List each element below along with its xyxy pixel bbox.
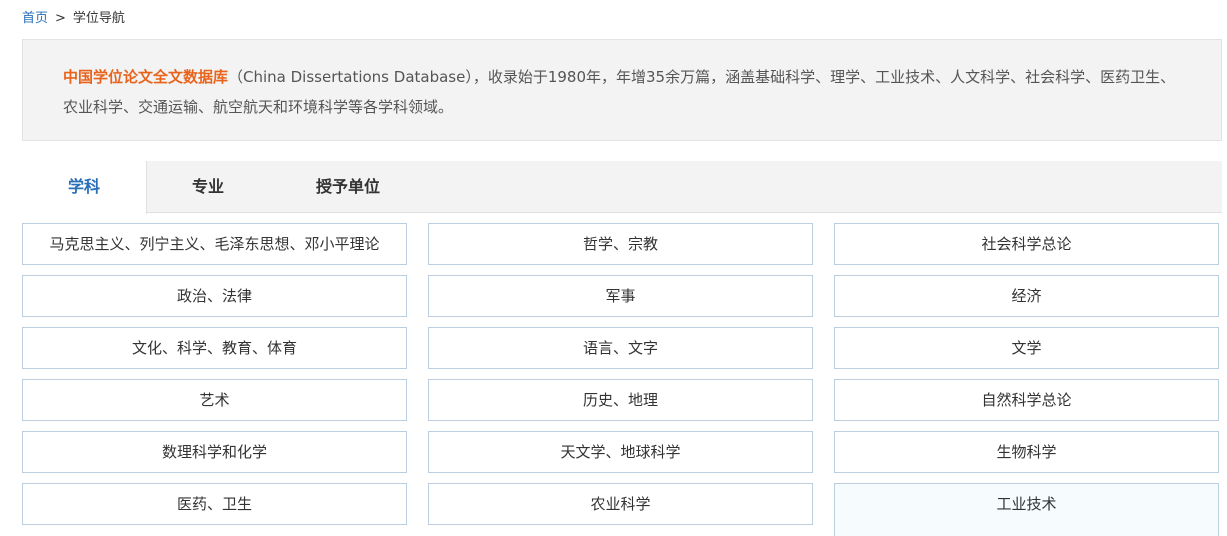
subject-item[interactable]: 生物科学 <box>834 431 1219 473</box>
subject-item[interactable]: 文学 <box>834 327 1219 369</box>
subject-item[interactable]: 哲学、宗教 <box>428 223 813 265</box>
tab-major[interactable]: 专业 <box>148 161 268 213</box>
subject-item[interactable]: 数理科学和化学 <box>22 431 407 473</box>
breadcrumb: 首页 > 学位导航 <box>22 10 125 28</box>
subject-item[interactable]: 历史、地理 <box>428 379 813 421</box>
tab-subject[interactable]: 学科 <box>22 161 147 214</box>
database-name: 中国学位论文全文数据库 <box>63 68 229 86</box>
subject-item[interactable]: 天文学、地球科学 <box>428 431 813 473</box>
subject-item[interactable]: 语言、文字 <box>428 327 813 369</box>
database-description: （China Dissertations Database），收录始于1980年… <box>63 68 1176 116</box>
subject-item-hovered[interactable]: 工业技术 <box>834 483 1219 536</box>
subject-item[interactable]: 文化、科学、教育、体育 <box>22 327 407 369</box>
breadcrumb-separator: > <box>55 11 66 26</box>
breadcrumb-current: 学位导航 <box>72 11 125 26</box>
subject-item[interactable]: 军事 <box>428 275 813 317</box>
subject-item[interactable]: 马克思主义、列宁主义、毛泽东思想、邓小平理论 <box>22 223 407 265</box>
tab-institution[interactable]: 授予单位 <box>288 161 408 213</box>
navigation-tabs: 学科 专业 授予单位 <box>22 161 1222 214</box>
breadcrumb-home-link[interactable]: 首页 <box>22 11 48 26</box>
subject-item[interactable]: 农业科学 <box>428 483 813 525</box>
subject-item[interactable]: 自然科学总论 <box>834 379 1219 421</box>
subject-item[interactable]: 艺术 <box>22 379 407 421</box>
subject-item[interactable]: 医药、卫生 <box>22 483 407 525</box>
subject-item[interactable]: 政治、法律 <box>22 275 407 317</box>
subject-item[interactable]: 社会科学总论 <box>834 223 1219 265</box>
subject-item[interactable]: 经济 <box>834 275 1219 317</box>
database-intro: 中国学位论文全文数据库（China Dissertations Database… <box>22 39 1222 141</box>
